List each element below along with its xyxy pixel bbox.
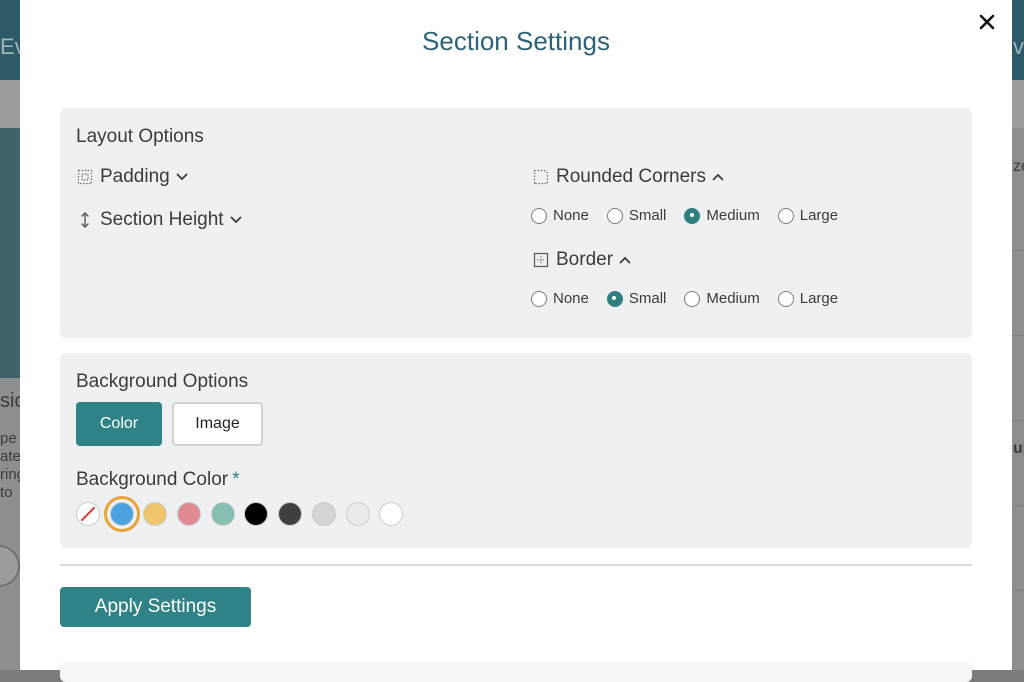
border-radio-small[interactable]: Small — [606, 290, 667, 307]
chevron-up-icon — [619, 256, 631, 264]
padding-icon — [76, 168, 94, 186]
background-text: sic — [0, 390, 20, 412]
radio-button-selected[interactable] — [606, 290, 623, 307]
rounded-corners-radio-medium[interactable]: Medium — [684, 207, 760, 224]
rounded-corners-label: Rounded Corners — [556, 166, 706, 187]
radio-button-selected[interactable] — [684, 207, 701, 224]
rounded-corners-radio-none[interactable]: None — [531, 207, 589, 224]
radio-label: Large — [799, 207, 839, 224]
swatch-lighter-gray[interactable] — [345, 502, 370, 526]
section-settings-modal: Section Settings Layout Options Padding … — [20, 0, 1012, 682]
background-options-panel: Background Options Color Image Backgroun… — [60, 353, 972, 548]
background-text: up — [1013, 440, 1024, 457]
background-divider — [1013, 420, 1024, 421]
background-divider — [1013, 505, 1024, 506]
radio-button[interactable] — [531, 207, 547, 224]
rounded-corners-toggle[interactable]: Rounded Corners — [532, 166, 724, 188]
border-icon — [532, 251, 550, 269]
background-header-text-left: Ev — [0, 34, 20, 59]
radio-button[interactable] — [777, 290, 794, 307]
color-tab-button[interactable]: Color — [76, 402, 162, 446]
swatch-blue[interactable] — [103, 496, 140, 532]
border-radio-large[interactable]: Large — [777, 290, 839, 307]
section-height-toggle[interactable]: Section Height — [76, 209, 242, 231]
radio-label: None — [553, 207, 589, 224]
background-arrow-button — [0, 545, 20, 587]
border-radio-none[interactable]: None — [531, 290, 589, 307]
background-text: pe — [0, 430, 17, 447]
rounded-corners-radio-small[interactable]: Small — [606, 207, 667, 224]
layout-options-heading: Layout Options — [76, 126, 204, 147]
background-text: ze — [1013, 158, 1024, 175]
background-options-heading: Background Options — [76, 371, 249, 392]
section-height-label: Section Height — [100, 209, 224, 230]
radio-label: Medium — [706, 207, 760, 224]
swatch-black[interactable] — [244, 502, 269, 526]
radio-button[interactable] — [777, 207, 794, 224]
border-options: None Small Medium Large — [531, 290, 856, 307]
radio-label: Medium — [706, 290, 760, 307]
radio-button[interactable] — [531, 290, 547, 307]
swatch-white[interactable] — [379, 502, 404, 526]
swatch-teal[interactable] — [210, 502, 235, 526]
radio-label: Large — [799, 290, 839, 307]
background-text: ring — [0, 466, 20, 483]
no-color-icon — [80, 506, 96, 522]
border-toggle[interactable]: Border — [532, 249, 631, 271]
image-tab-button[interactable]: Image — [172, 402, 263, 446]
chevron-up-icon — [712, 173, 724, 181]
background-divider — [1013, 250, 1024, 251]
swatch-pink[interactable] — [177, 502, 202, 526]
background-text: to — [0, 484, 13, 501]
radio-label: Small — [628, 290, 667, 307]
rounded-corners-options: None Small Medium Large — [531, 207, 856, 224]
padding-label: Padding — [100, 166, 170, 187]
background-divider — [1013, 335, 1024, 336]
layout-options-panel: Layout Options Padding Section Height Ro… — [60, 108, 972, 338]
background-color-label-text: Background Color — [76, 469, 229, 490]
background-header-text-right: ve — [1013, 34, 1024, 59]
padding-toggle[interactable]: Padding — [76, 166, 188, 188]
background-color-label: Background Color * — [76, 469, 240, 491]
color-swatch-list — [76, 496, 413, 532]
radio-label: Small — [628, 207, 667, 224]
radio-button[interactable] — [606, 207, 623, 224]
swatch-none[interactable] — [76, 502, 100, 526]
background-divider — [1013, 590, 1024, 591]
swatch-light-gray[interactable] — [311, 502, 336, 526]
rounded-corner-icon — [532, 168, 550, 186]
next-panel-edge — [60, 662, 972, 682]
border-label: Border — [556, 249, 614, 270]
footer-divider — [60, 564, 972, 566]
chevron-down-icon — [176, 173, 188, 181]
rounded-corners-radio-large[interactable]: Large — [777, 207, 839, 224]
height-arrows-icon — [76, 211, 94, 229]
radio-button[interactable] — [684, 290, 701, 307]
swatch-dark-gray[interactable] — [278, 502, 303, 526]
chevron-down-icon — [230, 216, 242, 224]
swatch-yellow[interactable] — [143, 502, 168, 526]
background-image — [0, 128, 20, 378]
required-asterisk: * — [232, 469, 240, 490]
radio-label: None — [553, 290, 589, 307]
apply-settings-button[interactable]: Apply Settings — [60, 587, 251, 627]
border-radio-medium[interactable]: Medium — [684, 290, 760, 307]
background-text: ate — [0, 448, 20, 465]
modal-title: Section Settings — [422, 26, 610, 56]
